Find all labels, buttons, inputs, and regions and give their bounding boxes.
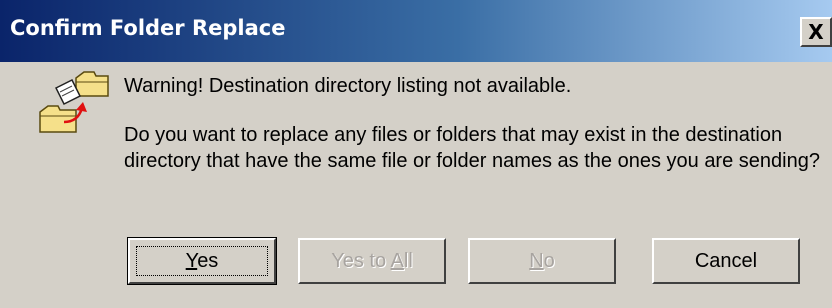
question-text: Do you want to replace any files or fold… xyxy=(124,124,820,172)
no-label: No xyxy=(529,249,555,272)
cancel-label: Cancel xyxy=(694,249,758,272)
close-button[interactable]: X xyxy=(800,17,832,47)
window-title: Confirm Folder Replace xyxy=(10,16,286,40)
close-icon: X xyxy=(808,20,824,44)
title-bar[interactable]: Confirm Folder Replace X xyxy=(0,0,832,62)
no-button[interactable]: No xyxy=(468,238,616,284)
cancel-button[interactable]: Cancel xyxy=(652,238,800,284)
yes-to-all-button[interactable]: Yes to All xyxy=(298,238,446,284)
confirm-folder-replace-dialog: Confirm Folder Replace X Warning! Destin… xyxy=(0,0,832,308)
yes-label: Yes xyxy=(185,249,219,272)
warning-text: Warning! Destination directory listing n… xyxy=(124,75,572,97)
folder-replace-icon xyxy=(39,71,109,133)
yes-button[interactable]: Yes xyxy=(127,237,277,285)
yes-to-all-label: Yes to All xyxy=(331,249,413,272)
